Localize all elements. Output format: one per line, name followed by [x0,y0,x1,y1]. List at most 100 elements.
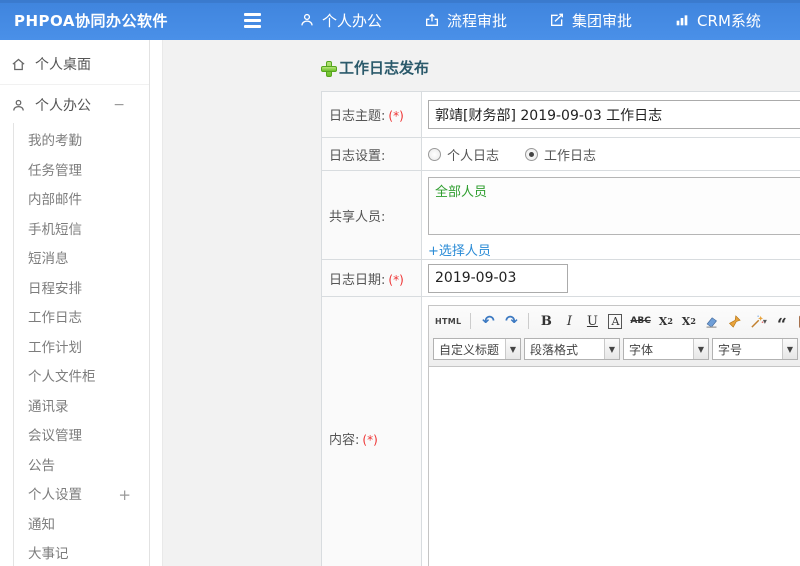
sidebar: 个人桌面 个人办公 − 我的考勤 任务管理 内部邮件 手机短信 短消息 日程安排… [0,40,150,566]
sidebar-item-short-message[interactable]: 短消息 [14,245,149,275]
nav-group-approval[interactable]: 集团审批 [549,10,632,31]
sidebar-item-notifications[interactable]: 通知 [14,511,149,541]
radio-work-log[interactable]: 工作日志 [525,145,596,164]
sidebar-item-announcements[interactable]: 公告 [14,452,149,482]
editor-content-area[interactable] [428,367,800,566]
editor-toolbar-row-2: 自定义标题 ▼ 段落格式 ▼ 字体 ▼ 字号 ▼ [433,336,800,362]
format-brush-button[interactable] [725,311,745,331]
caret-down-icon[interactable]: ▼ [604,339,619,359]
log-type-radios: 个人日志 工作日志 [428,145,800,164]
sidebar-item-work-plan[interactable]: 工作计划 [14,334,149,364]
radio-checked-icon[interactable] [525,147,539,161]
add-plus-icon [321,60,337,77]
undo-button[interactable]: ↶ [478,311,498,331]
field-label: 日志主题: [329,109,386,124]
sidebar-item-personal-settings[interactable]: 个人设置 + [14,481,149,511]
nav-process-approval[interactable]: 流程审批 [424,10,507,31]
html-source-button[interactable]: HTML [433,311,463,331]
expand-icon[interactable]: + [118,481,131,511]
field-label: 日志日期: [329,272,386,288]
sidebar-item-desktop[interactable]: 个人桌面 [0,46,149,82]
crm-chart-icon [676,15,688,26]
sidebar-item-internal-mail[interactable]: 内部邮件 [14,186,149,216]
radio-icon[interactable] [428,147,441,161]
caret-down-icon: ▾ [762,316,767,326]
sidebar-item-label: 公告 [28,457,55,474]
font-size-dropdown[interactable]: 字号 ▼ [712,338,798,360]
format-brush-icon [729,314,742,328]
blockquote-button[interactable]: “ [772,311,792,334]
sidebar-item-personal-office[interactable]: 个人办公 − [0,87,149,123]
sidebar-item-label: 个人桌面 [35,57,91,73]
field-label: 内容: [329,432,360,448]
table-row: 日志日期: (*) [321,259,800,297]
sidebar-item-label: 个人文件柜 [28,369,96,385]
top-menu: 个人办公 流程审批 集团审批 CRM系统 更多应用 ▼ [299,10,800,31]
strikethrough-button[interactable]: ABC [628,311,652,331]
required-marker: (*) [388,272,404,287]
table-row: 日志主题: (*) [321,91,800,138]
caret-down-icon[interactable]: ▼ [782,339,797,359]
sidebar-item-tasks[interactable]: 任务管理 [14,157,149,187]
caret-down-icon[interactable]: ▼ [693,339,708,359]
page-title: 工作日志发布 [321,57,800,78]
required-marker: (*) [388,109,404,123]
auto-typeset-button[interactable]: ▾ [748,311,769,331]
nav-crm-system[interactable]: CRM系统 [674,10,761,31]
sidebar-item-sms[interactable]: 手机短信 [14,216,149,246]
sidebar-item-file-cabinet[interactable]: 个人文件柜 [14,363,149,393]
field-label: 日志设置: [329,148,386,164]
home-icon [12,58,25,70]
sidebar-submenu: 我的考勤 任务管理 内部邮件 手机短信 短消息 日程安排 工作日志 工作计划 个… [13,123,149,566]
sidebar-item-meetings[interactable]: 会议管理 [14,422,149,452]
subject-input[interactable] [428,100,800,129]
caret-down-icon[interactable]: ▼ [505,339,520,359]
sidebar-item-work-log[interactable]: 工作日志 [14,304,149,334]
sidebar-item-schedule[interactable]: 日程安排 [14,275,149,305]
dropdown-value: 字号 [718,342,743,357]
table-row: 内容: (*) HTML ↶ ↷ B I U A ABC X 2 X 2 ▾ “… [321,296,800,566]
superscript-button[interactable]: X2 [656,311,676,331]
paste-text-button[interactable]: T [795,311,800,331]
editor-toolbar-row-1: HTML ↶ ↷ B I U A ABC X2 X 2 ▾ “ [433,309,800,334]
nav-label: 个人办公 [322,11,383,30]
share-people-box[interactable]: 全部人员 [428,177,800,235]
log-date-input[interactable] [428,263,568,293]
sidebar-item-label: 个人设置 [28,487,82,503]
sidebar-item-label: 会议管理 [28,428,82,444]
content-label-cell: 内容: (*) [321,296,422,566]
group-approval-icon [551,13,564,26]
dropdown-value: 字体 [629,342,654,357]
sidebar-item-contacts[interactable]: 通讯录 [14,393,149,423]
process-approval-icon [426,13,439,26]
nav-label: 流程审批 [447,11,508,30]
sidebar-item-label: 短消息 [28,251,69,267]
top-navigation-bar: PHPOA协同办公软件 个人办公 流程审批 集团审批 CRM系统 更多应用 ▼ [0,0,800,40]
nav-personal-office[interactable]: 个人办公 [299,10,382,31]
share-label-cell: 共享人员: [321,170,422,260]
nav-label: CRM系统 [697,11,761,30]
sidebar-item-attendance[interactable]: 我的考勤 [14,127,149,157]
subscript-button[interactable]: X2 [679,311,699,331]
collapse-icon[interactable]: − [113,97,125,113]
table-row: 共享人员: 全部人员 +选择人员 [321,170,800,260]
table-row: 日志设置: 个人日志 工作日志 [321,137,800,171]
font-color-button[interactable]: A [608,313,623,329]
menu-toggle-icon[interactable] [244,12,261,28]
font-family-dropdown[interactable]: 字体 ▼ [623,338,709,360]
custom-title-dropdown[interactable]: 自定义标题 ▼ [433,338,521,360]
underline-button[interactable]: U [582,311,602,331]
sidebar-item-milestones[interactable]: 大事记 [14,540,149,566]
page-title-text: 工作日志发布 [339,59,430,77]
editor-toolbar: HTML ↶ ↷ B I U A ABC X2 X 2 ▾ “ 自定义标题 ▼ … [428,305,800,367]
select-people-link[interactable]: +选择人员 [428,240,491,259]
redo-button[interactable]: ↷ [501,311,521,331]
italic-button[interactable]: I [559,311,579,331]
eraser-button[interactable] [702,311,722,331]
radio-personal-log[interactable]: 个人日志 [428,145,499,164]
dropdown-value: 自定义标题 [439,342,500,357]
sidebar-item-label: 任务管理 [28,162,82,179]
bold-button[interactable]: B [536,311,556,331]
paragraph-format-dropdown[interactable]: 段落格式 ▼ [524,338,620,360]
sidebar-item-label: 通讯录 [28,398,69,415]
